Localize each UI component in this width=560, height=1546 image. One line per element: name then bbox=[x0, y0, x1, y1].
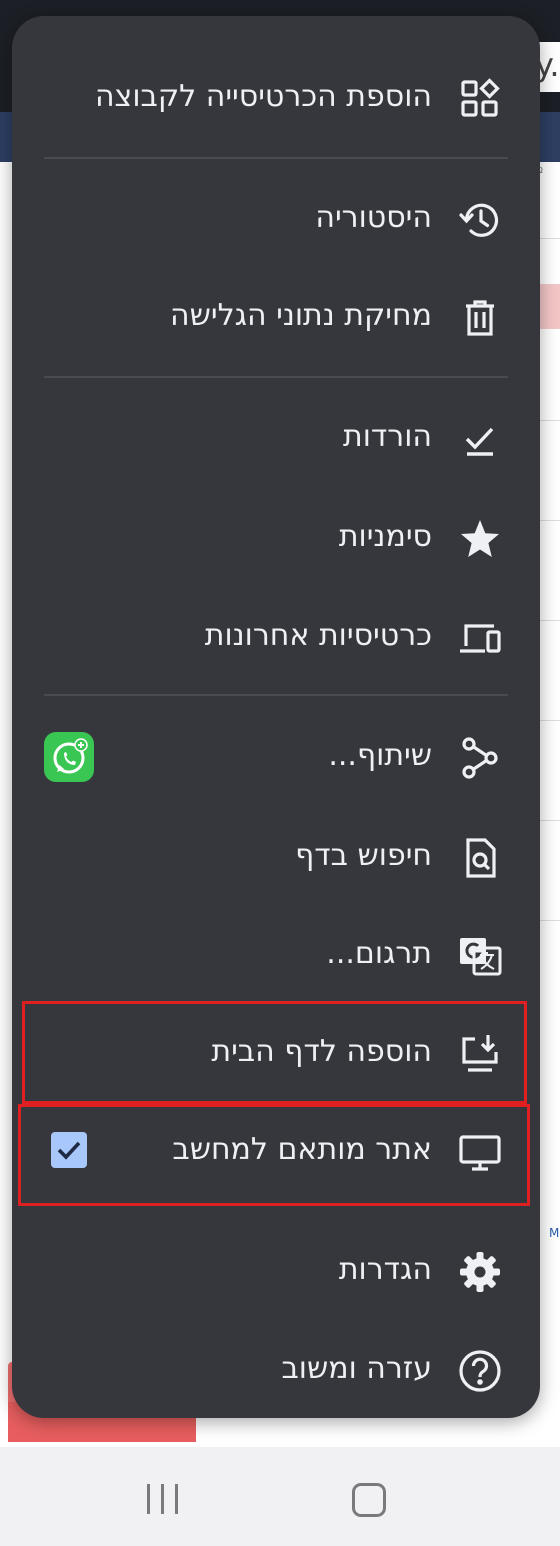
star-icon bbox=[458, 517, 502, 561]
menu-item-recent-tabs[interactable]: כרטיסיות אחרונות bbox=[12, 596, 540, 676]
menu-divider bbox=[44, 376, 508, 378]
translate-icon bbox=[458, 934, 502, 978]
menu-item-label: עזרה ומשוב bbox=[281, 1351, 432, 1386]
highlight-box-desktop-site bbox=[18, 1104, 530, 1206]
menu-item-label: הורדות bbox=[343, 419, 432, 454]
highlight-box-add-to-home bbox=[22, 1001, 527, 1104]
menu-item-clear-browsing-data[interactable]: מחיקת נתוני הגלישה bbox=[12, 276, 540, 356]
trash-icon bbox=[458, 296, 502, 340]
system-navigation-bar bbox=[0, 1447, 560, 1546]
menu-item-label: מחיקת נתוני הגלישה bbox=[170, 298, 432, 333]
menu-item-help-feedback[interactable]: עזרה ומשוב bbox=[12, 1329, 540, 1409]
menu-item-label: היסטוריה bbox=[315, 200, 432, 235]
menu-item-find-in-page[interactable]: חיפוש בדף bbox=[12, 816, 540, 896]
menu-item-settings[interactable]: הגדרות bbox=[12, 1230, 540, 1310]
menu-item-label: סימניות bbox=[338, 519, 432, 554]
history-icon bbox=[458, 198, 502, 242]
gear-icon bbox=[458, 1250, 502, 1294]
menu-item-label: שיתוף... bbox=[328, 738, 432, 773]
menu-item-label: תרגום... bbox=[326, 936, 432, 971]
menu-item-downloads[interactable]: הורדות bbox=[12, 397, 540, 477]
menu-item-label: כרטיסיות אחרונות bbox=[204, 618, 432, 653]
help-icon bbox=[458, 1349, 502, 1393]
share-icon bbox=[458, 736, 502, 780]
download-check-icon bbox=[458, 417, 502, 461]
menu-divider bbox=[44, 694, 508, 696]
whatsapp-icon[interactable] bbox=[44, 732, 94, 782]
menu-item-history[interactable]: היסטוריה bbox=[12, 178, 540, 258]
devices-icon bbox=[458, 616, 502, 660]
menu-item-add-tab-to-group[interactable]: הוספת הכרטיסייה לקבוצה bbox=[12, 57, 540, 137]
menu-item-label: חיפוש בדף bbox=[295, 838, 432, 873]
page-link-fragment: M bbox=[549, 1226, 560, 1240]
tab-group-icon bbox=[458, 77, 502, 121]
menu-divider bbox=[44, 157, 508, 159]
home-button[interactable] bbox=[352, 1483, 386, 1517]
recents-button[interactable] bbox=[147, 1484, 179, 1514]
menu-item-label: הגדרות bbox=[338, 1252, 432, 1287]
browser-overflow-menu: הוספת הכרטיסייה לקבוצה היסטוריה מחיקת נת… bbox=[12, 16, 540, 1418]
menu-item-label: הוספת הכרטיסייה לקבוצה bbox=[94, 79, 432, 114]
find-in-page-icon bbox=[458, 836, 502, 880]
menu-item-bookmarks[interactable]: סימניות bbox=[12, 497, 540, 577]
menu-item-translate[interactable]: תרגום... bbox=[12, 914, 540, 994]
